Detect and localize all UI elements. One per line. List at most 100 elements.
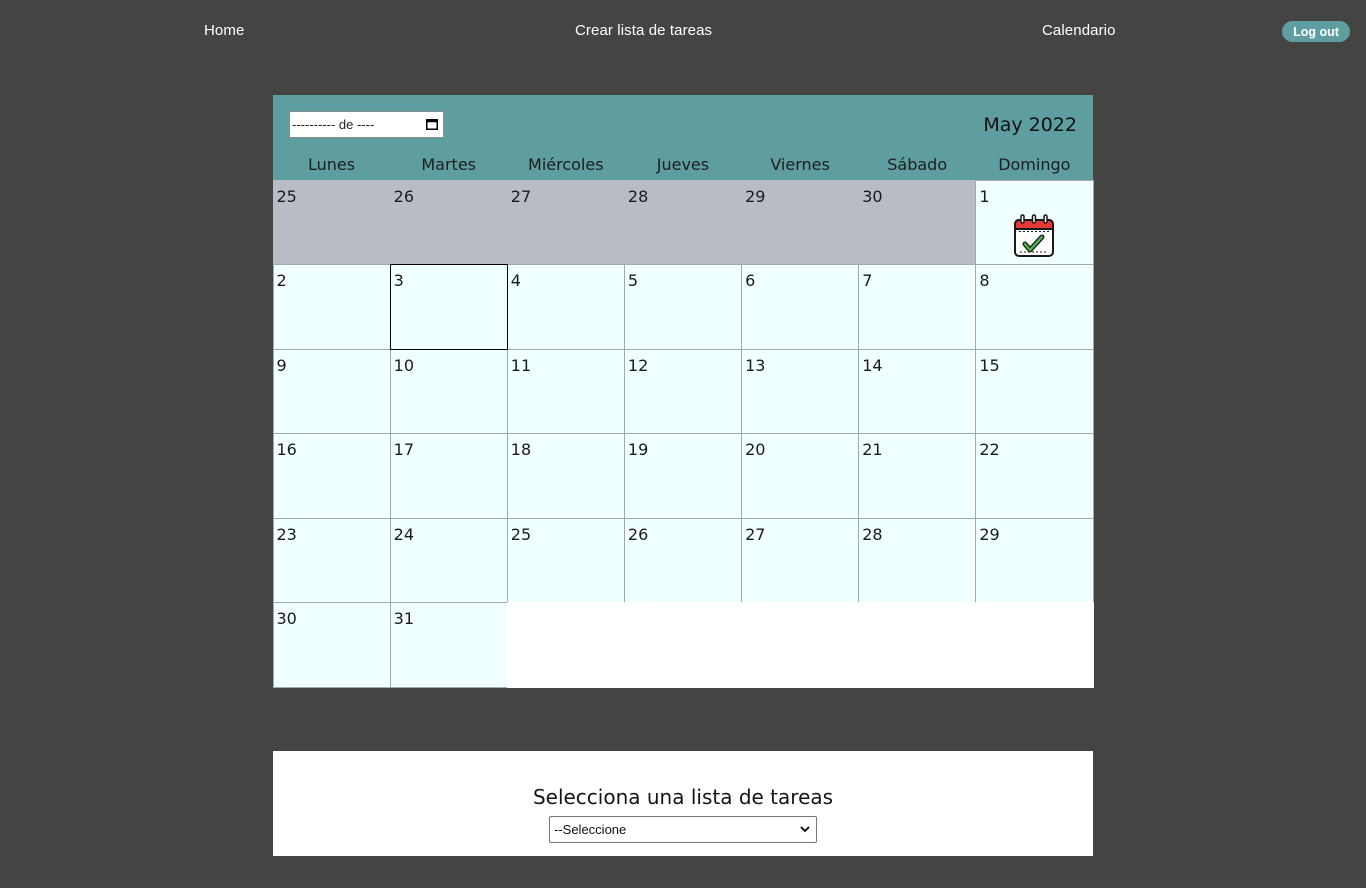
day-cell[interactable]: 2 <box>272 264 391 350</box>
weekday-label: Viernes <box>770 155 830 174</box>
day-cell[interactable]: 29 <box>975 517 1094 603</box>
day-number: 23 <box>276 524 297 544</box>
calendar-check-icon[interactable] <box>1012 213 1056 259</box>
day-number: 27 <box>745 524 766 544</box>
calendar-grid: 25 26 27 28 29 30 1 2 3 4 5 6 7 8 9 10 1… <box>272 179 1094 688</box>
day-number: 7 <box>862 271 873 290</box>
day-cell[interactable]: 18 <box>506 433 625 519</box>
day-cell[interactable]: 1 <box>975 179 1094 265</box>
day-number: 15 <box>979 355 1000 375</box>
weekday-label: Martes <box>421 155 476 174</box>
today-day-cell[interactable]: 3 <box>389 264 508 350</box>
day-number: 6 <box>745 271 756 290</box>
calendar-header: ---------- de ---- May 2022 Lunes Martes… <box>273 95 1093 180</box>
day-number: 11 <box>510 355 532 375</box>
chevron-down-icon <box>800 826 810 833</box>
day-number: 3 <box>393 271 404 290</box>
day-number: 10 <box>393 355 414 375</box>
prev-month-day-cell: 25 <box>272 179 391 265</box>
empty-cell <box>858 602 977 688</box>
calendar: ---------- de ---- May 2022 Lunes Martes… <box>272 95 1094 688</box>
day-cell[interactable]: 6 <box>741 264 860 350</box>
day-number: 5 <box>627 271 639 290</box>
day-number: 8 <box>979 271 990 290</box>
empty-cell <box>741 602 860 688</box>
task-list-selector-title: Selecciona una lista de tareas <box>532 785 834 809</box>
day-number: 27 <box>510 186 532 206</box>
day-number: 14 <box>862 355 883 375</box>
prev-month-day-cell: 27 <box>506 179 625 265</box>
day-cell[interactable]: 7 <box>858 264 977 350</box>
day-cell[interactable]: 23 <box>272 517 391 603</box>
logout-button[interactable]: Log out <box>1282 21 1350 42</box>
day-cell[interactable]: 8 <box>975 264 1094 350</box>
day-number: 24 <box>393 524 414 544</box>
day-cell[interactable]: 22 <box>975 433 1094 519</box>
day-cell[interactable]: 12 <box>623 348 743 434</box>
day-cell[interactable]: 19 <box>623 433 743 519</box>
month-title: May 2022 <box>983 114 1077 136</box>
day-cell[interactable]: 27 <box>741 517 860 603</box>
task-list-select[interactable]: --Seleccione <box>549 816 817 843</box>
prev-month-day-cell: 28 <box>623 179 743 265</box>
day-cell[interactable]: 17 <box>389 433 508 519</box>
day-number: 18 <box>510 440 532 459</box>
day-number: 31 <box>393 609 414 628</box>
empty-cell <box>506 602 625 688</box>
day-number: 1 <box>979 186 990 206</box>
day-cell[interactable]: 21 <box>858 433 977 519</box>
day-number: 2 <box>276 271 287 290</box>
day-number: 26 <box>627 524 649 544</box>
day-cell[interactable]: 10 <box>389 348 508 434</box>
day-number: 16 <box>276 440 297 459</box>
day-number: 28 <box>627 186 649 206</box>
prev-month-day-cell: 26 <box>389 179 508 265</box>
day-number: 17 <box>393 440 414 459</box>
day-cell[interactable]: 26 <box>623 517 743 603</box>
day-number: 20 <box>745 440 766 459</box>
day-number: 13 <box>745 355 766 375</box>
day-cell[interactable]: 11 <box>506 348 625 434</box>
day-cell[interactable]: 30 <box>272 602 391 688</box>
weekday-label: Sábado <box>887 155 948 174</box>
nav-home-link[interactable]: Home <box>204 22 244 39</box>
day-cell[interactable]: 20 <box>741 433 860 519</box>
day-cell[interactable]: 25 <box>506 517 625 603</box>
day-cell[interactable]: 16 <box>272 433 391 519</box>
weekday-label: Jueves <box>656 155 710 174</box>
day-cell[interactable]: 9 <box>272 348 391 434</box>
day-number: 30 <box>862 186 883 206</box>
weekday-label: Domingo <box>998 155 1071 174</box>
day-number: 19 <box>627 440 649 459</box>
day-cell[interactable]: 4 <box>506 264 625 350</box>
weekday-label: Miércoles <box>528 155 604 174</box>
empty-cell <box>975 602 1094 688</box>
day-number: 22 <box>979 440 1000 459</box>
day-cell[interactable]: 28 <box>858 517 977 603</box>
day-number: 25 <box>510 524 532 544</box>
day-cell[interactable]: 5 <box>623 264 743 350</box>
day-cell[interactable]: 13 <box>741 348 860 434</box>
empty-cell <box>623 602 743 688</box>
day-number: 28 <box>862 524 883 544</box>
day-number: 12 <box>627 355 649 375</box>
calendar-picker-icon[interactable] <box>426 119 438 130</box>
nav-calendar-link[interactable]: Calendario <box>1042 22 1116 39</box>
day-number: 29 <box>979 524 1000 544</box>
task-list-select-value: --Seleccione <box>554 822 627 837</box>
day-cell[interactable]: 14 <box>858 348 977 434</box>
task-list-selector-panel: Selecciona una lista de tareas --Selecci… <box>273 751 1093 856</box>
nav-create-list-link[interactable]: Crear lista de tareas <box>575 22 712 39</box>
day-cell[interactable]: 24 <box>389 517 508 603</box>
date-picker-input[interactable]: ---------- de ---- <box>289 111 444 138</box>
prev-month-day-cell: 29 <box>741 179 860 265</box>
weekday-header-row: Lunes Martes Miércoles Jueves Viernes Sá… <box>273 155 1093 180</box>
day-number: 9 <box>276 355 287 375</box>
day-cell[interactable]: 15 <box>975 348 1094 434</box>
weekday-label: Lunes <box>308 155 356 174</box>
day-number: 29 <box>745 186 766 206</box>
day-number: 30 <box>276 609 297 628</box>
day-number: 4 <box>510 271 521 290</box>
day-cell[interactable]: 31 <box>389 602 508 688</box>
prev-month-day-cell: 30 <box>858 179 977 265</box>
